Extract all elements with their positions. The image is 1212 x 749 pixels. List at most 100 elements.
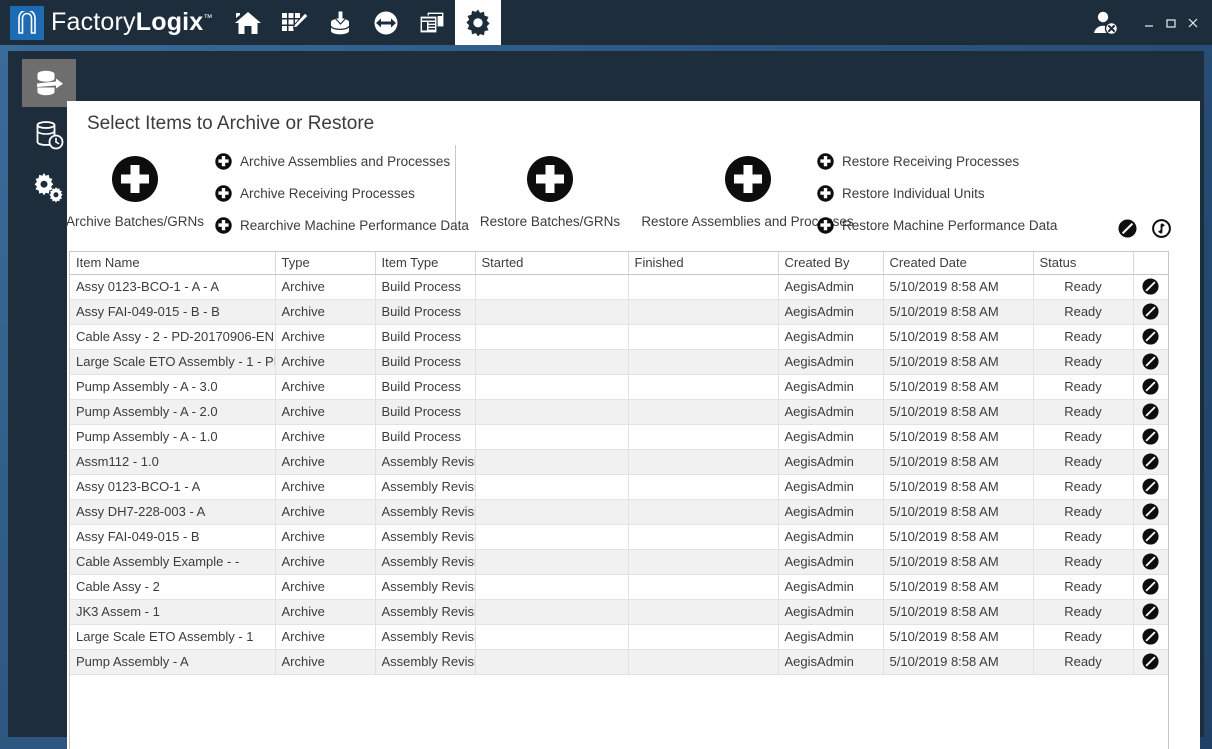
archive-batches-grns-button[interactable]: Archive Batches/GRNs xyxy=(45,155,225,229)
cancel-icon[interactable] xyxy=(1133,274,1168,300)
table-row[interactable]: Cable Assy - 2ArchiveAssembly Revision Ae… xyxy=(70,574,1168,600)
nav-home-icon[interactable] xyxy=(225,0,271,45)
finished-cell xyxy=(628,349,779,375)
cancel-icon-glyph xyxy=(1142,628,1159,645)
column-header-status[interactable]: Status xyxy=(1033,252,1134,275)
item-name-cell: Pump Assembly - A - 1.0 xyxy=(70,424,276,450)
refresh-icon[interactable] xyxy=(1152,219,1171,238)
table-row[interactable]: Pump Assembly - A - 1.0 Archive Build Proc… xyxy=(70,424,1168,450)
table-row[interactable]: JK3 Assem - 1ArchiveAssembly Revision Aeg… xyxy=(70,599,1168,625)
maximize-button[interactable] xyxy=(1160,8,1182,38)
status-cell: Ready xyxy=(1033,449,1134,475)
item-name-cell: Assm112 - 1.0 xyxy=(70,449,276,475)
started-cell xyxy=(475,549,629,575)
column-header-item-type[interactable]: Item Type xyxy=(375,252,476,275)
column-header-item-name[interactable]: Item Name xyxy=(70,252,276,275)
nav-reports-windows-icon[interactable] xyxy=(409,0,455,45)
item-type-cell: Build Process xyxy=(375,374,476,400)
table-row[interactable]: Pump Assembly - A - 3.0 Archive Build Proc… xyxy=(70,374,1168,400)
started-cell xyxy=(475,374,629,400)
finished-cell xyxy=(628,299,779,325)
table-row[interactable]: Pump Assembly - A - 2.0 Archive Build Proc… xyxy=(70,399,1168,425)
cancel-icon[interactable] xyxy=(1133,399,1168,425)
item-type-cell: Assembly Revision xyxy=(375,474,476,500)
created-by-cell: AegisAdmin xyxy=(778,424,884,450)
table-row[interactable]: Pump Assembly - AArchiveAssembly Revisio… xyxy=(70,649,1168,675)
created-date-cell: 5/10/2019 8:58 AM xyxy=(883,649,1034,675)
cancel-icon[interactable] xyxy=(1133,324,1168,350)
cancel-icon[interactable] xyxy=(1133,524,1168,550)
plus-circle-small-icon xyxy=(215,216,232,234)
column-header-type[interactable]: Type xyxy=(275,252,376,275)
table-header-row: Item Name Type Item Type Started Finishe… xyxy=(70,252,1168,275)
cancel-all-icon[interactable] xyxy=(1118,219,1137,238)
table-row[interactable]: Assy FAI-049-015 - B - B Archive Build Pro… xyxy=(70,299,1168,325)
status-cell: Ready xyxy=(1033,474,1134,500)
cancel-icon[interactable] xyxy=(1133,349,1168,375)
column-header-created-by[interactable]: Created By xyxy=(778,252,884,275)
nav-grid-edit-icon[interactable] xyxy=(271,0,317,45)
restore-receiving-processes-link[interactable]: Restore Receiving Processes xyxy=(817,145,1057,177)
minimize-button[interactable] xyxy=(1138,8,1160,38)
archive-batches-grns-label: Archive Batches/GRNs xyxy=(65,214,205,229)
cancel-icon[interactable] xyxy=(1133,424,1168,450)
cancel-icon[interactable] xyxy=(1133,474,1168,500)
cancel-icon[interactable] xyxy=(1133,649,1168,675)
close-button[interactable] xyxy=(1182,8,1204,38)
nav-gear-icon[interactable] xyxy=(454,0,501,45)
archive-receiving-processes-link[interactable]: Archive Receiving Processes xyxy=(215,177,469,209)
finished-cell xyxy=(628,524,779,550)
started-cell xyxy=(475,449,629,475)
cancel-icon[interactable] xyxy=(1133,599,1168,625)
table-row[interactable]: Assy 0123-BCO-1 - A - A Archive Build Proc… xyxy=(70,274,1168,300)
cancel-icon-glyph xyxy=(1142,328,1159,345)
cancel-icon[interactable] xyxy=(1133,299,1168,325)
item-type-cell: Assembly Revision xyxy=(375,524,476,550)
cancel-icon[interactable] xyxy=(1133,374,1168,400)
item-type-cell: Assembly Revision xyxy=(375,449,476,475)
finished-cell xyxy=(628,449,779,475)
main-navigation xyxy=(225,0,501,45)
restore-batches-grns-button[interactable]: Restore Batches/GRNs xyxy=(460,155,640,229)
table-row[interactable]: Assy DH7-228-003 - A Archive Assembly Revi… xyxy=(70,499,1168,525)
restore-batches-grns-label: Restore Batches/GRNs xyxy=(479,214,621,229)
column-header-started[interactable]: Started xyxy=(475,252,629,275)
nav-move-arrows-icon[interactable] xyxy=(363,0,409,45)
table-row[interactable]: Cable Assy - 2 - PD-20170906-EN Archive Bu… xyxy=(70,324,1168,350)
created-by-cell: AegisAdmin xyxy=(778,649,884,675)
brand-second: Logix xyxy=(135,8,204,36)
restore-individual-units-label: Restore Individual Units xyxy=(842,185,985,201)
cancel-icon-glyph xyxy=(1142,553,1159,570)
created-by-cell: AegisAdmin xyxy=(778,599,884,625)
finished-cell xyxy=(628,374,779,400)
archive-links-group: Archive Assemblies and Processes Archive… xyxy=(215,145,469,241)
restore-individual-units-link[interactable]: Restore Individual Units xyxy=(817,177,1057,209)
cancel-icon[interactable] xyxy=(1133,449,1168,475)
table-row[interactable]: Assy FAI-049-015 - B Archive Assembly Revi… xyxy=(70,524,1168,550)
table-row[interactable]: Large Scale ETO Assembly - 1 Archive Assem… xyxy=(70,624,1168,650)
created-date-cell: 5/10/2019 8:58 AM xyxy=(883,524,1034,550)
created-date-cell: 5/10/2019 8:58 AM xyxy=(883,624,1034,650)
sidebar-item-archive-restore[interactable] xyxy=(22,59,76,107)
started-cell xyxy=(475,524,629,550)
cancel-icon-glyph xyxy=(1142,353,1159,370)
cancel-icon[interactable] xyxy=(1133,549,1168,575)
table-row[interactable]: Assy 0123-BCO-1 - A Archive Assembly Revis… xyxy=(70,474,1168,500)
status-cell: Ready xyxy=(1033,549,1134,575)
cancel-icon[interactable] xyxy=(1133,499,1168,525)
table-row[interactable]: Assm112 - 1.0ArchiveAssembly Revision Aeg… xyxy=(70,449,1168,475)
cancel-icon[interactable] xyxy=(1133,624,1168,650)
cancel-icon[interactable] xyxy=(1133,574,1168,600)
nav-data-import-icon[interactable] xyxy=(317,0,363,45)
table-row[interactable]: Cable Assembly Example - - Archive Assembl… xyxy=(70,549,1168,575)
items-table[interactable]: Item Name Type Item Type Started Finishe… xyxy=(69,251,1169,749)
restore-machine-performance-data-link[interactable]: Restore Machine Performance Data xyxy=(817,209,1057,241)
rearchive-machine-performance-data-link[interactable]: Rearchive Machine Performance Data xyxy=(215,209,469,241)
archive-assemblies-and-processes-link[interactable]: Archive Assemblies and Processes xyxy=(215,145,469,177)
table-row[interactable]: Large Scale ETO Assembly - 1 - PD... Arch… xyxy=(70,349,1168,375)
user-logout-icon[interactable] xyxy=(1090,9,1120,37)
column-header-created-date[interactable]: Created Date xyxy=(883,252,1034,275)
started-cell xyxy=(475,299,629,325)
column-header-finished[interactable]: Finished xyxy=(628,252,779,275)
item-type-cell: Assembly Revision xyxy=(375,499,476,525)
